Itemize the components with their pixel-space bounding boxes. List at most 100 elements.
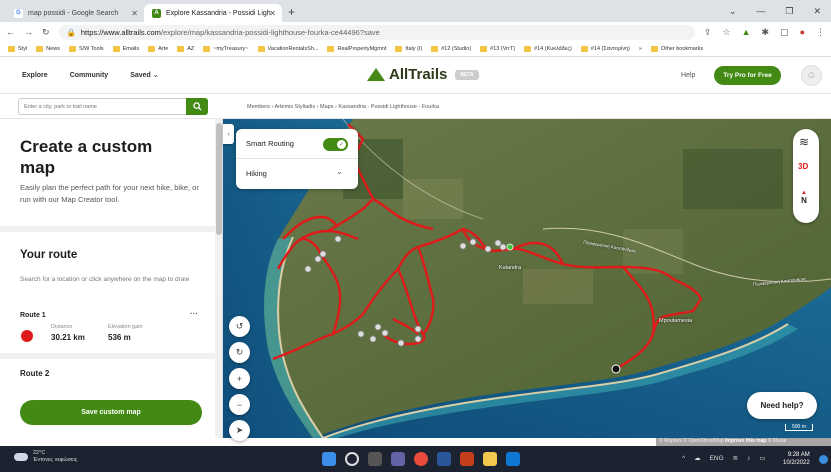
page-subtitle: Easily plan the perfect path for your ne… [20, 183, 199, 204]
tab-google-search[interactable]: G map possidi - Google Search ✕ [6, 4, 144, 22]
extension-icon[interactable]: ▲ [742, 27, 751, 38]
tab-label: map possidi - Google Search [28, 9, 119, 17]
bookmark-item[interactable]: AZ [177, 46, 194, 52]
smart-routing-label: Smart Routing [246, 139, 294, 148]
3d-toggle[interactable]: 3D [798, 162, 808, 171]
compass-north[interactable]: ▲ N [801, 187, 807, 205]
nav-saved[interactable]: Saved ⌄ [130, 71, 158, 79]
close-window-button[interactable]: ✕ [813, 6, 821, 17]
tab-search-icon[interactable]: ⌄ [729, 6, 737, 17]
share-icon[interactable]: ⇪ [704, 27, 712, 38]
puzzle-icon[interactable]: ✱ [762, 27, 770, 38]
task-view-icon[interactable] [368, 452, 382, 466]
help-link[interactable]: Help [681, 72, 695, 79]
alltrails-icon: A [152, 8, 161, 18]
search-input[interactable] [18, 98, 186, 115]
bookmark-item[interactable]: #14 (Σαντορίνη) [580, 46, 630, 52]
user-avatar[interactable]: ☺ [801, 65, 822, 86]
volume-icon[interactable]: ♪ [747, 455, 750, 462]
route2-name[interactable]: Route 2 [20, 369, 49, 378]
weather-widget[interactable]: 22°C Έντονες νεφώσεις [14, 450, 77, 464]
breadcrumb[interactable]: Members › Artemis Styliadis › Maps › Kas… [212, 95, 831, 119]
address-row: ← → ↻ 🔒 https://www.alltrails.com/explor… [0, 22, 831, 42]
folder-icon [327, 46, 335, 52]
distance-value: 30.21 km [51, 333, 85, 342]
folder-icon [580, 46, 588, 52]
bookmark-item[interactable]: #14 (Κυκλάδες) [524, 46, 572, 52]
page-title: Create a custom map [20, 137, 153, 177]
reload-icon[interactable]: ↻ [42, 27, 50, 38]
teams-icon[interactable] [391, 452, 405, 466]
bookmark-item[interactable]: News [36, 46, 60, 52]
chevron-down-icon[interactable]: ⌄ [336, 167, 343, 176]
profile-icon[interactable]: ● [800, 27, 805, 38]
bookmark-item[interactable]: VacationRentalsSh... [257, 46, 318, 52]
chrome-icon[interactable] [414, 452, 428, 466]
more-options-icon[interactable]: ··· [190, 309, 198, 318]
battery-icon[interactable]: ▭ [759, 454, 765, 462]
tab-alltrails[interactable]: A Explore Kassandria - Possidi Ligh ✕ [144, 4, 282, 22]
search-button[interactable] [186, 98, 208, 115]
cloud-sync-icon[interactable]: ☁ [694, 454, 701, 462]
nav-community[interactable]: Community [70, 72, 109, 79]
zoom-in-icon[interactable]: + [229, 368, 250, 389]
notification-icon[interactable] [819, 455, 828, 464]
zoom-out-icon[interactable]: − [229, 394, 250, 415]
activity-select[interactable]: Hiking [246, 169, 267, 178]
alltrails-logo[interactable]: AllTrails BETA [367, 66, 479, 83]
bookmark-item[interactable]: ~myTreasury~ [203, 46, 249, 52]
layers-icon[interactable]: ≋ [799, 135, 809, 149]
office-icon[interactable] [460, 452, 474, 466]
sidepanel-icon[interactable]: ▢ [780, 27, 789, 38]
bookmark-item[interactable]: S/W Tools [68, 46, 104, 52]
undo-icon[interactable]: ↺ [229, 316, 250, 337]
close-tab-icon[interactable]: ✕ [269, 9, 276, 18]
sidebar: Create a custom map Easily plan the perf… [0, 119, 223, 438]
taskbar-apps [322, 452, 520, 466]
language-indicator[interactable]: ENG [710, 455, 724, 462]
bookmark-item[interactable]: Styl [8, 46, 27, 52]
need-help-button[interactable]: Need help? [747, 392, 817, 419]
smart-routing-toggle[interactable]: ✓ [323, 138, 348, 151]
new-tab-button[interactable]: + [288, 5, 295, 19]
save-custom-map-button[interactable]: Save custom map [20, 400, 202, 425]
sidebar-scroll-thumb[interactable] [216, 123, 222, 235]
bookmark-item[interactable]: #13 (VrrT) [480, 46, 515, 52]
system-tray: ^ ☁ ENG ≋ ♪ ▭ [682, 454, 766, 463]
bookmark-label: #12 (Studio) [441, 46, 472, 52]
collapse-sidebar-button[interactable]: ‹ [223, 124, 234, 144]
forward-icon[interactable]: → [24, 27, 33, 37]
bookmark-item[interactable]: Other bookmarks [650, 46, 703, 52]
bookmark-item[interactable]: Emails [112, 46, 139, 52]
nav-explore[interactable]: Explore [22, 72, 48, 79]
locate-icon[interactable]: ➤ [229, 420, 250, 441]
bookmark-star-icon[interactable]: ☆ [723, 27, 731, 38]
search-icon[interactable] [345, 452, 359, 466]
bookmark-item[interactable]: RealPropertyMgmnt [327, 46, 386, 52]
route-hint: Search for a location or click anywhere … [20, 276, 190, 283]
wifi-icon[interactable]: ≋ [733, 454, 738, 462]
back-icon[interactable]: ← [6, 27, 15, 37]
windows-start-icon[interactable] [322, 452, 336, 466]
bookmark-item[interactable]: #12 (Studio) [431, 46, 471, 52]
route1-name[interactable]: Route 1 [20, 312, 46, 319]
close-tab-icon[interactable]: ✕ [131, 9, 138, 18]
redo-icon[interactable]: ↻ [229, 342, 250, 363]
menu-icon[interactable]: ⋮ [816, 27, 825, 38]
folder-icon [36, 46, 44, 52]
word-icon[interactable] [437, 452, 451, 466]
maximize-button[interactable]: ❐ [785, 6, 793, 17]
bookmark-item[interactable]: » [639, 46, 642, 52]
taskbar-clock[interactable]: 9:28 AM 10/2/2022 [783, 451, 810, 467]
bookmark-item[interactable]: Arte [148, 46, 168, 52]
address-bar[interactable]: 🔒 https://www.alltrails.com/explore/map/… [58, 24, 695, 40]
bookmark-item[interactable]: Italy (I) [395, 46, 422, 52]
google-icon: G [14, 8, 23, 18]
minimize-button[interactable]: — [756, 6, 765, 16]
chevron-up-icon[interactable]: ^ [682, 455, 685, 462]
try-pro-button[interactable]: Try Pro for Free [714, 66, 781, 85]
file-explorer-icon[interactable] [483, 452, 497, 466]
improve-map-link[interactable]: Improve this map [725, 438, 766, 444]
your-route-heading: Your route [20, 249, 78, 261]
store-icon[interactable] [506, 452, 520, 466]
